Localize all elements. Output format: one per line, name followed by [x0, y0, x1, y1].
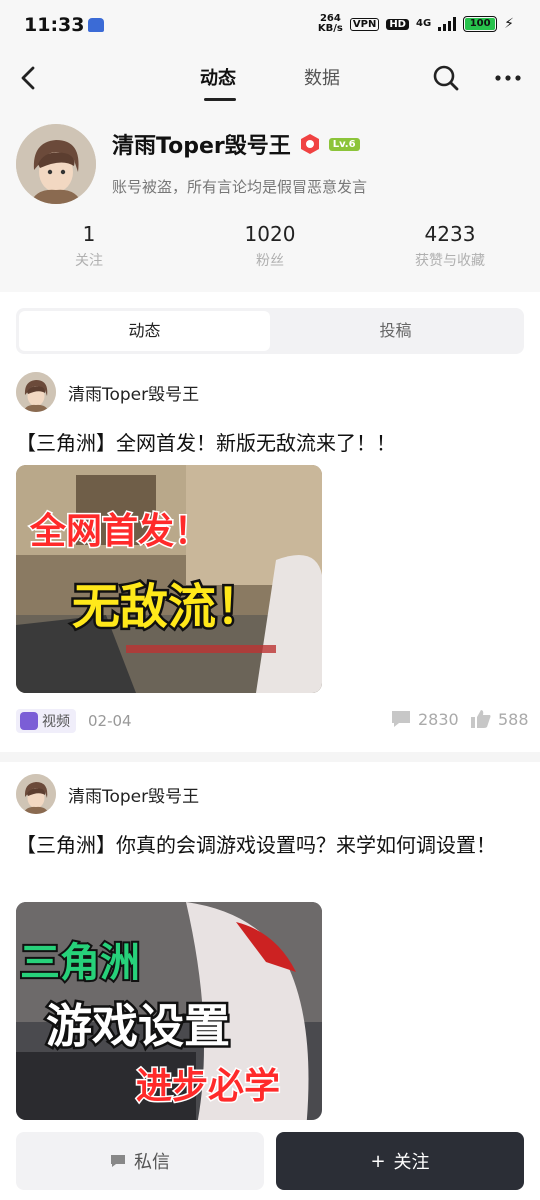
bottom-action-bar: 私信 + 关注 [0, 1120, 540, 1200]
video-icon [20, 712, 38, 730]
tab-submissions[interactable]: 投稿 [270, 311, 521, 351]
more-icon [495, 75, 521, 81]
search-button[interactable] [428, 60, 464, 96]
message-button-label: 私信 [134, 1152, 170, 1173]
thumb-text-top: 三角洲 [20, 940, 140, 986]
follow-button-label: 关注 [393, 1152, 430, 1173]
thumbs-up-icon [471, 710, 491, 728]
vpn-icon: VPN [349, 17, 380, 31]
post-title[interactable]: 【三角洲】你真的会调游戏设置吗？来学如何调设置！ [16, 830, 524, 860]
plus-icon: + [370, 1150, 386, 1172]
battery-icon: 100 [463, 16, 498, 32]
avatar[interactable] [16, 124, 96, 204]
tab-data[interactable]: 数据 [304, 64, 340, 90]
network-speed-unit: KB/s [317, 23, 343, 34]
charging-icon: ⚡ [504, 16, 514, 32]
search-icon [433, 65, 459, 91]
tab-posts[interactable]: 动态 [19, 311, 270, 351]
post-meta: 视频 02-04 2830 588 [16, 709, 529, 735]
follow-button[interactable]: + 关注 [276, 1132, 524, 1190]
stat-label: 关注 [75, 253, 103, 269]
app-notification-icon [88, 18, 104, 32]
comment-count-value: 2830 [418, 709, 459, 729]
network-type: 4G [415, 18, 432, 29]
post-title[interactable]: 【三角洲】全网首发！新版无敌流来了！！ [16, 428, 524, 458]
signal-icon [438, 17, 457, 31]
video-tag-label: 视频 [42, 714, 70, 730]
video-thumbnail[interactable]: 全网首发！ 无敌流！ [16, 465, 322, 693]
stat-value: 1 [82, 222, 96, 246]
avatar-image [16, 124, 96, 204]
profile-name: 清雨Toper毁号王 [112, 134, 291, 159]
avatar-image [16, 372, 56, 412]
thumb-text-bottom: 进步必学 [136, 1065, 280, 1107]
comment-count[interactable]: 2830 [390, 709, 459, 729]
top-nav: 动态 数据 [0, 52, 540, 104]
stat-label: 粉丝 [256, 253, 284, 269]
stat-value: 1020 [244, 222, 296, 246]
stat-following[interactable]: 1 关注 [14, 222, 164, 270]
post-item[interactable]: 清雨Toper毁号王 【三角洲】你真的会调游戏设置吗？来学如何调设置！ 三角洲 … [0, 774, 540, 1120]
thumb-text-top: 全网首发！ [29, 510, 210, 552]
thumbnail-image: 全网首发！ 无敌流！ [16, 465, 322, 693]
content-tabs: 动态 投稿 [16, 308, 524, 354]
avatar[interactable] [16, 774, 56, 814]
thumb-text-main: 无敌流！ [72, 579, 264, 635]
stat-value: 4233 [424, 222, 476, 246]
post-item[interactable]: 清雨Toper毁号王 【三角洲】全网首发！新版无敌流来了！！ 全网首发！ 无敌流… [0, 372, 540, 752]
stat-followers[interactable]: 1020 粉丝 [195, 222, 345, 270]
tab-dynamic[interactable]: 动态 [200, 64, 236, 90]
like-count-value: 588 [498, 709, 529, 729]
more-button[interactable] [490, 60, 526, 96]
status-bar: 11:33 264 KB/s VPN HD 4G 100 ⚡ [0, 0, 540, 52]
like-count[interactable]: 588 [470, 709, 529, 729]
active-tab-indicator [204, 98, 236, 101]
profile-bio: 账号被盗，所有言论均是假冒恶意发言 [112, 178, 368, 196]
status-time: 11:33 [24, 14, 85, 36]
chat-icon [111, 1155, 125, 1167]
post-author[interactable]: 清雨Toper毁号王 [68, 782, 199, 807]
post-divider [0, 752, 540, 762]
network-speed: 264 KB/s [318, 14, 343, 34]
post-date: 02-04 [88, 712, 132, 730]
stat-label: 获赞与收藏 [415, 253, 485, 269]
avatar-image [16, 774, 56, 814]
verified-badge-icon [300, 134, 319, 154]
battery-level: 100 [465, 18, 496, 30]
comment-icon [392, 711, 410, 727]
stat-likes[interactable]: 4233 获赞与收藏 [375, 222, 525, 270]
video-thumbnail[interactable]: 三角洲 游戏设置 进步必学 [16, 902, 322, 1120]
status-indicators: 264 KB/s VPN HD 4G 100 ⚡ [318, 14, 514, 34]
profile-header: 清雨Toper毁号王 Lv.6 账号被盗，所有言论均是假冒恶意发言 1 关注 1… [0, 104, 540, 292]
thumbnail-image: 三角洲 游戏设置 进步必学 [16, 902, 322, 1120]
level-badge: Lv.6 [328, 137, 360, 151]
avatar[interactable] [16, 372, 56, 412]
thumb-text-main: 游戏设置 [46, 999, 230, 1053]
post-author[interactable]: 清雨Toper毁号王 [68, 380, 199, 405]
message-button[interactable]: 私信 [16, 1132, 264, 1190]
video-tag: 视频 [16, 709, 76, 733]
hd-icon: HD [386, 18, 409, 30]
